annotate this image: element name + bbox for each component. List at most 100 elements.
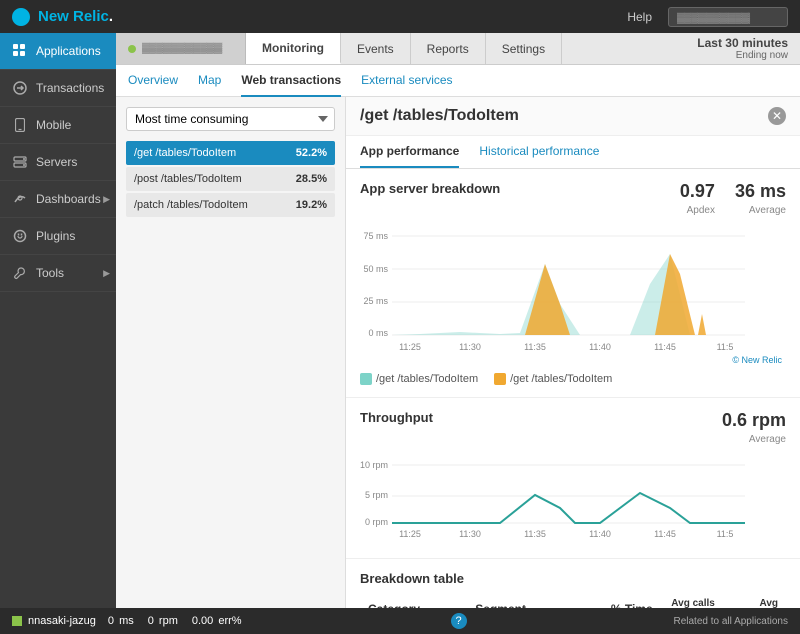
- svg-text:11:25: 11:25: [399, 529, 421, 539]
- transaction-item-1[interactable]: /post /tables/TodoItem 28.5%: [126, 167, 335, 191]
- svg-text:0 rpm: 0 rpm: [365, 517, 388, 527]
- status-metric-ms: 0 ms: [108, 615, 136, 627]
- account-selector[interactable]: ▓▓▓▓▓▓▓▓▓▓: [668, 7, 788, 27]
- svg-text:25 ms: 25 ms: [363, 296, 388, 306]
- dashboard-icon: [12, 191, 28, 207]
- status-bar: nnasaki-jazug 0 ms 0 rpm 0.00 err% ? Rel…: [0, 608, 800, 634]
- plugin-icon: [12, 228, 28, 244]
- svg-text:11:35: 11:35: [524, 342, 546, 352]
- status-metric-rpm: 0 rpm: [148, 615, 180, 627]
- tab-events[interactable]: Events: [341, 33, 411, 64]
- sidebar: Applications Transactions Mobile: [0, 33, 116, 634]
- logo-icon: [12, 8, 30, 26]
- transaction-item-2[interactable]: /patch /tables/TodoItem 19.2%: [126, 193, 335, 217]
- svg-text:11:5: 11:5: [717, 529, 734, 539]
- chart-legend: /get /tables/TodoItem /get /tables/TodoI…: [360, 373, 786, 385]
- tab-settings[interactable]: Settings: [486, 33, 562, 64]
- sidebar-item-applications[interactable]: Applications: [0, 33, 116, 70]
- sidebar-item-tools[interactable]: Tools: [0, 255, 116, 292]
- app-server-stats: 0.97 Apdex 36 ms Average: [680, 181, 786, 216]
- sidebar-item-plugins[interactable]: Plugins: [0, 218, 116, 255]
- sidebar-item-servers[interactable]: Servers: [0, 144, 116, 181]
- tab-monitoring[interactable]: Monitoring: [246, 33, 341, 64]
- sidebar-label-plugins: Plugins: [36, 229, 75, 243]
- chart-header-throughput: Throughput 0.6 rpm Average: [360, 410, 786, 445]
- svg-text:50 ms: 50 ms: [363, 264, 388, 274]
- time-selector[interactable]: Last 30 minutes Ending now: [685, 33, 800, 65]
- chart-header-app-server: App server breakdown 0.97 Apdex 36 ms Av…: [360, 181, 786, 216]
- help-icon[interactable]: ?: [451, 613, 467, 629]
- tab-historical-performance[interactable]: Historical performance: [479, 136, 599, 168]
- legend-item-1: /get /tables/TodoItem: [494, 373, 612, 385]
- svg-text:10 rpm: 10 rpm: [360, 460, 388, 470]
- svg-text:75 ms: 75 ms: [363, 231, 388, 241]
- sidebar-label-servers: Servers: [36, 155, 77, 169]
- help-button[interactable]: Help: [627, 10, 652, 24]
- subnav-map[interactable]: Map: [198, 65, 221, 97]
- transaction-filter-dropdown[interactable]: Most time consuming: [126, 107, 335, 131]
- svg-text:5 rpm: 5 rpm: [365, 490, 388, 500]
- exchange-icon: [12, 80, 28, 96]
- svg-text:0 ms: 0 ms: [368, 328, 388, 338]
- svg-text:11:5: 11:5: [717, 342, 734, 352]
- throughput-stat: 0.6 rpm Average: [722, 410, 786, 445]
- svg-text:11:30: 11:30: [459, 529, 481, 539]
- svg-text:11:45: 11:45: [654, 342, 676, 352]
- subnav-overview[interactable]: Overview: [128, 65, 178, 97]
- app-server-chart-title: App server breakdown: [360, 181, 500, 196]
- sidebar-label-dashboards: Dashboards: [36, 192, 101, 206]
- status-metrics: 0 ms 0 rpm 0.00 err%: [108, 615, 244, 627]
- app-server-breakdown-section: App server breakdown 0.97 Apdex 36 ms Av…: [346, 169, 800, 398]
- status-user: nnasaki-jazug: [12, 615, 96, 627]
- logo-text: New Relic.: [38, 8, 113, 25]
- tab-app-performance[interactable]: App performance: [360, 136, 459, 168]
- performance-tabs: App performance Historical performance: [346, 136, 800, 169]
- app-nav: ▓▓▓▓▓▓▓▓▓▓▓ Monitoring Events Reports Se…: [116, 33, 800, 65]
- legend-color-1: [494, 373, 506, 385]
- tool-icon: [12, 265, 28, 281]
- breakdown-title: Breakdown table: [360, 571, 786, 586]
- header-right: Help ▓▓▓▓▓▓▓▓▓▓: [627, 7, 788, 27]
- svg-text:11:40: 11:40: [589, 342, 611, 352]
- sidebar-item-mobile[interactable]: Mobile: [0, 107, 116, 144]
- subnav-external-services[interactable]: External services: [361, 65, 452, 97]
- top-header: New Relic. Help ▓▓▓▓▓▓▓▓▓▓: [0, 0, 800, 33]
- legend-color-0: [360, 373, 372, 385]
- logo-area: New Relic.: [12, 8, 113, 26]
- close-button[interactable]: ✕: [768, 107, 786, 125]
- sidebar-label-applications: Applications: [36, 44, 101, 58]
- grid-icon: [12, 43, 28, 59]
- sub-nav: Overview Map Web transactions External s…: [116, 65, 800, 97]
- app-server-chart: 75 ms 50 ms 25 ms 0 ms: [360, 224, 786, 367]
- app-status-indicator: [128, 45, 136, 53]
- main-content: ▓▓▓▓▓▓▓▓▓▓▓ Monitoring Events Reports Se…: [116, 33, 800, 634]
- detail-title: /get /tables/TodoItem: [360, 107, 519, 125]
- sidebar-label-tools: Tools: [36, 266, 64, 280]
- sidebar-item-transactions[interactable]: Transactions: [0, 70, 116, 107]
- apdex-stat: 0.97 Apdex: [680, 181, 715, 216]
- subnav-web-transactions[interactable]: Web transactions: [241, 65, 341, 97]
- svg-text:11:40: 11:40: [589, 529, 611, 539]
- app-name-box: ▓▓▓▓▓▓▓▓▓▓▓: [116, 33, 246, 64]
- left-panel: Most time consuming /get /tables/TodoIte…: [116, 97, 346, 634]
- sidebar-label-transactions: Transactions: [36, 81, 104, 95]
- transaction-list: /get /tables/TodoItem 52.2% /post /table…: [126, 141, 335, 217]
- chart-watermark: © New Relic: [732, 355, 782, 365]
- status-right-text: Related to all Applications: [673, 616, 788, 627]
- throughput-chart-title: Throughput: [360, 410, 433, 425]
- sidebar-item-dashboards[interactable]: Dashboards: [0, 181, 116, 218]
- throughput-chart: 10 rpm 5 rpm 0 rpm 11:25 11:30: [360, 453, 786, 546]
- detail-header: /get /tables/TodoItem ✕: [346, 97, 800, 136]
- avg-stat: 36 ms Average: [735, 181, 786, 216]
- mobile-icon: [12, 117, 28, 133]
- svg-text:11:25: 11:25: [399, 342, 421, 352]
- svg-text:11:35: 11:35: [524, 529, 546, 539]
- transaction-item-0[interactable]: /get /tables/TodoItem 52.2%: [126, 141, 335, 165]
- status-metric-err: 0.00 err%: [192, 615, 244, 627]
- sidebar-label-mobile: Mobile: [36, 118, 71, 132]
- server-icon: [12, 154, 28, 170]
- legend-item-0: /get /tables/TodoItem: [360, 373, 478, 385]
- tab-reports[interactable]: Reports: [411, 33, 486, 64]
- content-panels: Most time consuming /get /tables/TodoIte…: [116, 97, 800, 634]
- svg-text:11:30: 11:30: [459, 342, 481, 352]
